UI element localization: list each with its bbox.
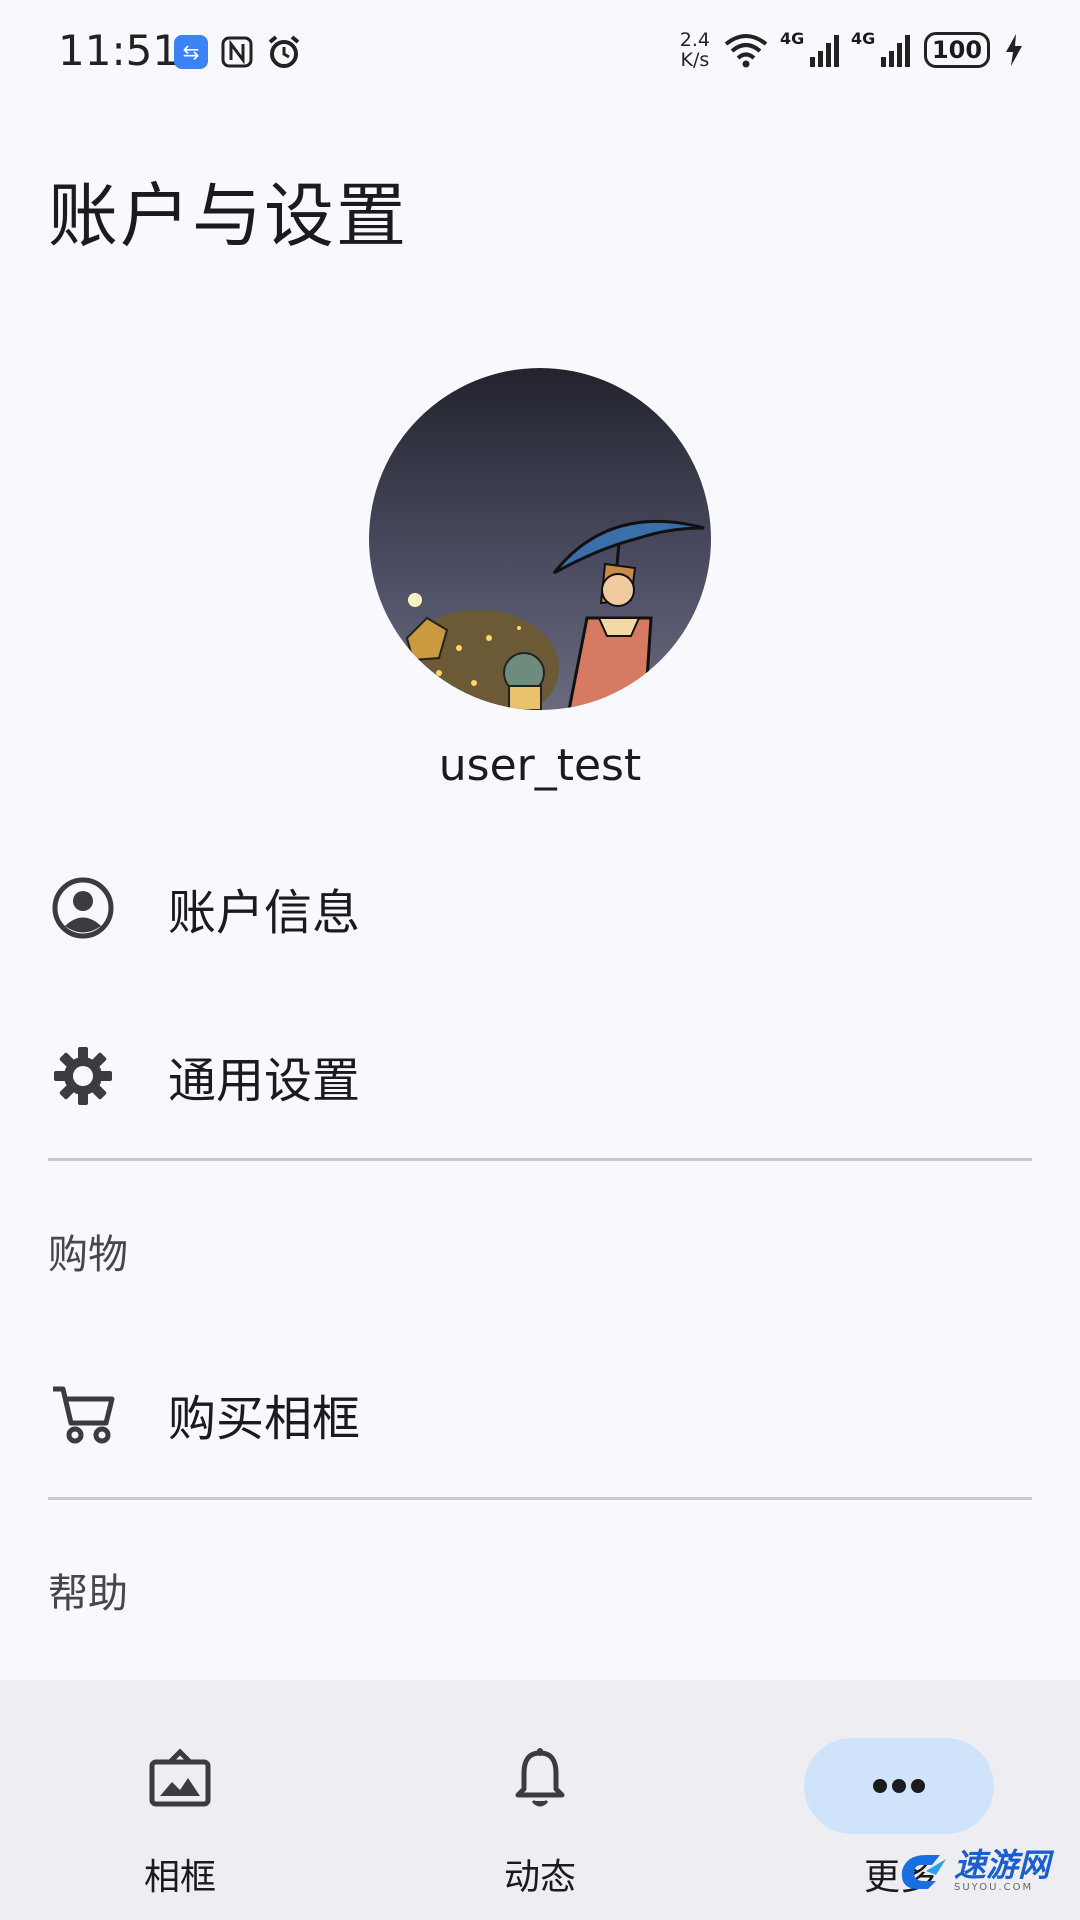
section-header-help: 帮助 [48, 1571, 128, 1617]
avatar[interactable] [369, 368, 711, 710]
battery-indicator: 100 [924, 32, 990, 68]
cart-icon [50, 1381, 116, 1447]
charging-icon [1006, 34, 1022, 66]
avatar-image [369, 368, 711, 710]
menu-item-label: 购买相框 [168, 1391, 361, 1447]
menu-item-general-settings[interactable]: 通用设置 [0, 1016, 1080, 1136]
menu-item-buy-frame[interactable]: 购买相框 [0, 1354, 1080, 1474]
status-time: 11:51 [58, 26, 180, 75]
watermark: 速游网 SUYOU.COM [896, 1848, 1050, 1893]
nav-item-frames[interactable]: 相框 [0, 1680, 360, 1920]
page-title: 账户与设置 [48, 175, 408, 257]
wifi-icon [724, 34, 768, 68]
section-header-shopping: 购物 [48, 1232, 128, 1278]
divider [48, 1158, 1032, 1161]
signal-icon: 4G [851, 29, 910, 67]
signal-icon: 4G [780, 29, 839, 67]
menu-item-label: 账户信息 [168, 885, 361, 941]
photo-frame-icon [149, 1748, 211, 1807]
account-circle-icon [50, 875, 116, 941]
usb-icon: ⇆ [174, 35, 208, 69]
status-bar: 11:51 ⇆ 2.4 K/s 4G 4G 100 [0, 0, 1080, 110]
nav-label: 动态 [503, 1857, 576, 1898]
net-speed: 2.4 K/s [679, 29, 710, 71]
username: user_test [438, 740, 642, 791]
menu-item-account-info[interactable]: 账户信息 [0, 848, 1080, 968]
nfc-icon [221, 36, 253, 68]
alarm-icon [268, 35, 300, 68]
more-horiz-icon [873, 1779, 925, 1793]
nav-label: 相框 [143, 1857, 216, 1898]
nav-item-activity[interactable]: 动态 [360, 1680, 720, 1920]
divider [48, 1497, 1032, 1500]
bell-icon [515, 1748, 565, 1807]
gear-icon [50, 1043, 116, 1109]
menu-item-label: 通用设置 [168, 1053, 361, 1109]
watermark-logo-icon [901, 1854, 946, 1889]
